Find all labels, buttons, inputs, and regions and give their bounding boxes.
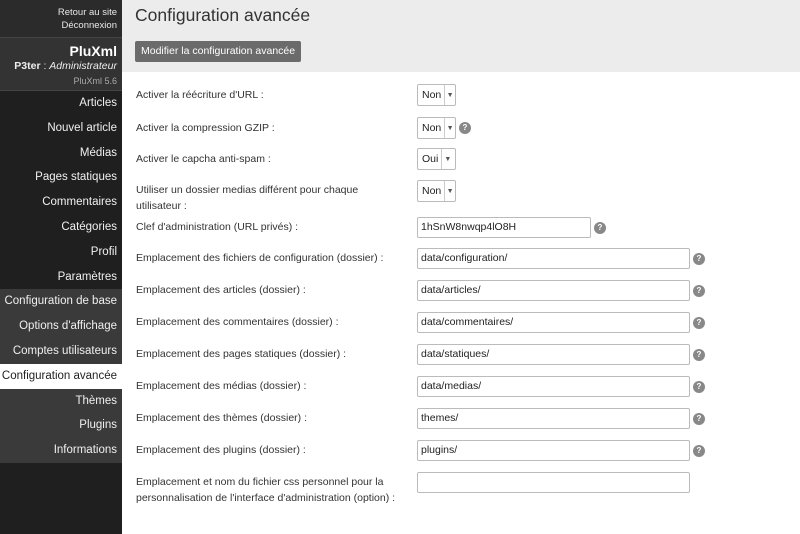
row-admin-key: Clef d'administration (URL privés) : 1hS… xyxy=(122,217,800,238)
capcha-select[interactable]: Oui ▼ xyxy=(417,148,456,170)
themes-dir-input[interactable]: themes/ xyxy=(417,408,690,429)
admin-key-input[interactable]: 1hSnW8nwqp4lO8H xyxy=(417,217,591,238)
medias-dir-label: Emplacement des médias (dossier) : xyxy=(136,380,307,392)
articles-dir-label: Emplacement des articles (dossier) : xyxy=(136,284,306,296)
chevron-down-icon: ▼ xyxy=(444,118,455,138)
row-gzip: Activer la compression GZIP : Non ▼ ? xyxy=(122,117,800,139)
custom-css-input[interactable] xyxy=(417,472,690,493)
help-icon[interactable]: ? xyxy=(693,381,705,393)
help-icon[interactable]: ? xyxy=(693,253,705,265)
user-separator: : xyxy=(40,60,50,72)
gzip-value: Non xyxy=(422,122,442,134)
url-rewrite-label: Activer la réécriture d'URL : xyxy=(136,89,264,101)
row-medias-per-user: Utiliser un dossier medias différent pou… xyxy=(122,180,800,212)
version: PluXml 5.6 xyxy=(73,76,117,86)
custom-css-label: Emplacement et nom du fichier css person… xyxy=(136,476,396,504)
logout-link[interactable]: Déconnexion xyxy=(0,19,117,32)
row-statics-dir: Emplacement des pages statiques (dossier… xyxy=(122,344,800,365)
help-icon[interactable]: ? xyxy=(693,349,705,361)
row-capcha: Activer le capcha anti-spam : Oui ▼ xyxy=(122,148,800,170)
submenu-item-themes[interactable]: Thèmes xyxy=(0,388,122,414)
medias-per-user-select[interactable]: Non ▼ xyxy=(417,180,456,202)
help-icon[interactable]: ? xyxy=(594,222,606,234)
capcha-label: Activer le capcha anti-spam : xyxy=(136,153,271,165)
statics-dir-input[interactable]: data/statiques/ xyxy=(417,344,690,365)
admin-key-label: Clef d'administration (URL privés) : xyxy=(136,221,299,233)
parameters-submenu: Configuration de base Options d'affichag… xyxy=(0,289,122,463)
row-url-rewrite: Activer la réécriture d'URL : Non ▼ xyxy=(122,84,800,106)
medias-dir-input[interactable]: data/medias/ xyxy=(417,376,690,397)
row-medias-dir: Emplacement des médias (dossier) : data/… xyxy=(122,376,800,397)
medias-per-user-value: Non xyxy=(422,185,442,197)
submenu-item-plugins[interactable]: Plugins xyxy=(0,413,122,439)
chevron-down-icon: ▼ xyxy=(441,149,453,169)
row-themes-dir: Emplacement des thèmes (dossier) : theme… xyxy=(122,408,800,429)
menu-item-medias[interactable]: Médias xyxy=(0,141,122,166)
comments-dir-input[interactable]: data/commentaires/ xyxy=(417,312,690,333)
chevron-down-icon: ▼ xyxy=(444,181,455,201)
brand: PluXml P3ter : Administrateur PluXml 5.6 xyxy=(0,37,122,91)
menu-item-parameters[interactable]: Paramètres xyxy=(0,265,122,290)
submenu-item-advanced-config[interactable]: Configuration avancée xyxy=(0,363,122,389)
submenu-item-basic-config[interactable]: Configuration de base xyxy=(0,289,122,315)
user-role: Administrateur xyxy=(49,60,117,72)
url-rewrite-select[interactable]: Non ▼ xyxy=(417,84,456,106)
user-info: P3ter : Administrateur xyxy=(0,60,117,73)
plugins-dir-label: Emplacement des plugins (dossier) : xyxy=(136,444,306,456)
row-comments-dir: Emplacement des commentaires (dossier) :… xyxy=(122,312,800,333)
menu-item-comments[interactable]: Commentaires xyxy=(0,190,122,215)
chevron-down-icon: ▼ xyxy=(444,85,455,105)
medias-per-user-label: Utiliser un dossier medias différent pou… xyxy=(136,184,359,212)
submenu-item-informations[interactable]: Informations xyxy=(0,438,122,463)
url-rewrite-value: Non xyxy=(422,89,442,101)
back-to-site-link[interactable]: Retour au site xyxy=(0,6,117,19)
row-custom-css: Emplacement et nom du fichier css person… xyxy=(122,472,800,508)
menu-item-new-article[interactable]: Nouvel article xyxy=(0,116,122,141)
menu-item-profile[interactable]: Profil xyxy=(0,240,122,265)
save-advanced-config-button[interactable]: Modifier la configuration avancée xyxy=(135,41,302,62)
site-name: PluXml xyxy=(69,43,117,59)
menu-item-static-pages[interactable]: Pages statiques xyxy=(0,165,122,190)
themes-dir-label: Emplacement des thèmes (dossier) : xyxy=(136,412,307,424)
menu-item-articles[interactable]: Articles xyxy=(0,91,122,116)
statics-dir-label: Emplacement des pages statiques (dossier… xyxy=(136,348,347,360)
page-header: Configuration avancée Modifier la config… xyxy=(122,0,800,72)
top-links: Retour au site Déconnexion xyxy=(0,0,122,37)
capcha-value: Oui xyxy=(422,153,439,165)
menu-item-categories[interactable]: Catégories xyxy=(0,215,122,240)
submenu-item-user-accounts[interactable]: Comptes utilisateurs xyxy=(0,338,122,364)
help-icon[interactable]: ? xyxy=(693,413,705,425)
gzip-label: Activer la compression GZIP : xyxy=(136,122,275,134)
row-plugins-dir: Emplacement des plugins (dossier) : plug… xyxy=(122,440,800,461)
help-icon[interactable]: ? xyxy=(459,122,471,134)
user-name: P3ter xyxy=(14,60,41,72)
articles-dir-input[interactable]: data/articles/ xyxy=(417,280,690,301)
plugins-dir-input[interactable]: plugins/ xyxy=(417,440,690,461)
help-icon[interactable]: ? xyxy=(693,285,705,297)
page-title: Configuration avancée xyxy=(135,5,311,25)
submenu-item-display-options[interactable]: Options d'affichage xyxy=(0,314,122,339)
help-icon[interactable]: ? xyxy=(693,445,705,457)
row-config-dir: Emplacement des fichiers de configuratio… xyxy=(122,248,800,269)
help-icon[interactable]: ? xyxy=(693,317,705,329)
config-dir-label: Emplacement des fichiers de configuratio… xyxy=(136,252,384,264)
row-articles-dir: Emplacement des articles (dossier) : dat… xyxy=(122,280,800,301)
sidebar: Retour au site Déconnexion PluXml P3ter … xyxy=(0,0,122,534)
main-menu: Articles Nouvel article Médias Pages sta… xyxy=(0,91,122,290)
comments-dir-label: Emplacement des commentaires (dossier) : xyxy=(136,316,339,328)
config-dir-input[interactable]: data/configuration/ xyxy=(417,248,690,269)
gzip-select[interactable]: Non ▼ xyxy=(417,117,456,139)
